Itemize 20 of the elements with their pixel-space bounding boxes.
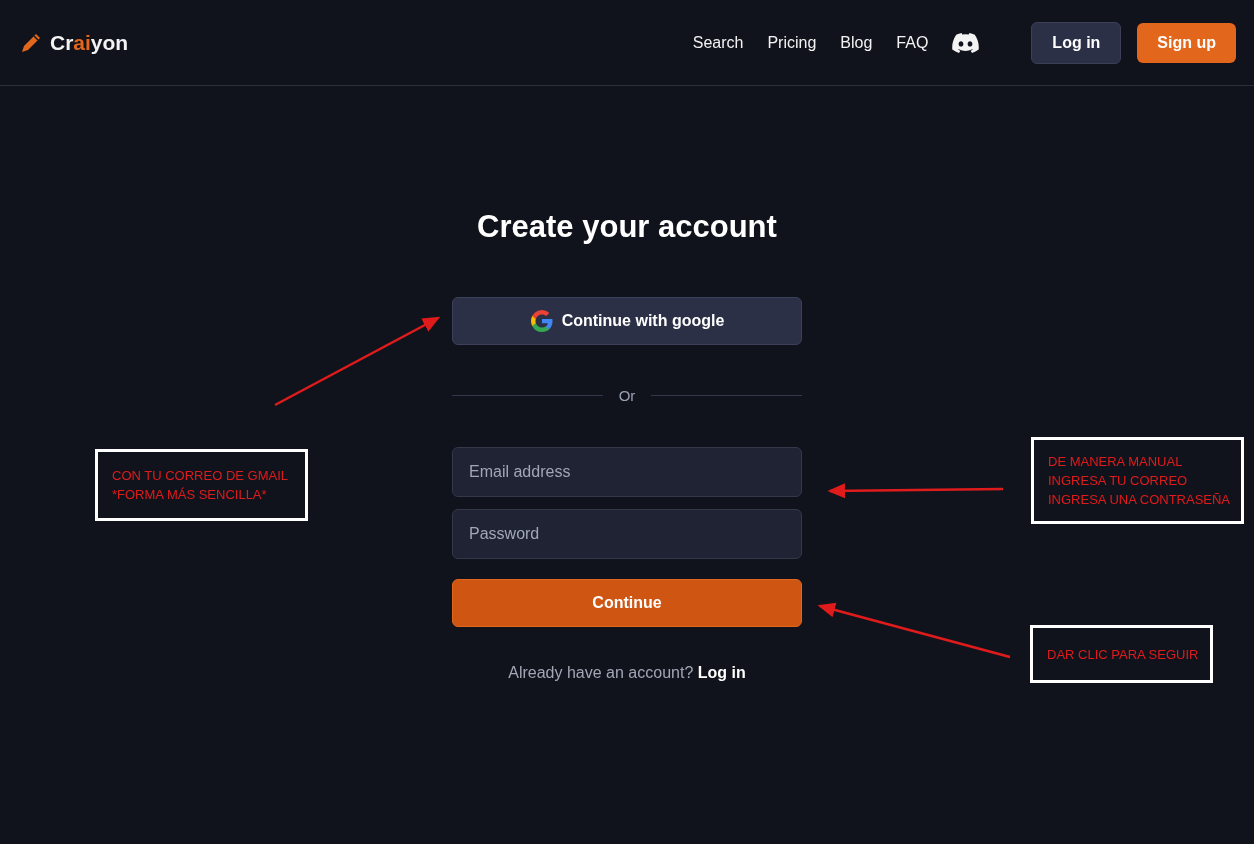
annotation-text: CON TU CORREO DE GMAIL *FORMA MÁS SENCILLA* <box>112 467 288 504</box>
google-icon <box>529 308 554 333</box>
pencil-icon <box>20 31 42 54</box>
input-field[interactable]: Email address <box>452 447 802 497</box>
login-prompt: Already have an account? Log in <box>508 664 746 681</box>
log-in-button[interactable]: Log in <box>1031 21 1122 64</box>
annotation-text: DE MANERA MANUAL INGRESA TU CORREO INGRESA UNA CONTRASEÑA <box>1048 453 1231 509</box>
discord-icon[interactable] <box>952 32 980 53</box>
annotation-text: DAR CLIC PARA SEGUIR <box>1047 645 1199 664</box>
nav-link[interactable]: Pricing <box>767 30 817 55</box>
nav-link[interactable]: Blog <box>840 30 873 55</box>
nav-link[interactable]: FAQ <box>896 30 929 55</box>
nav-link[interactable]: Search <box>692 30 744 55</box>
google-sign-in-button[interactable]: Continue with google <box>452 296 802 345</box>
continue-button[interactable]: Continue <box>452 579 802 627</box>
divider-label: Or <box>618 385 636 406</box>
page-title: Create your account <box>476 208 778 246</box>
input-field[interactable]: Password <box>452 509 802 559</box>
log-in-link[interactable]: Log in <box>697 664 746 681</box>
logo-text[interactable]: Craiyon <box>50 26 129 59</box>
